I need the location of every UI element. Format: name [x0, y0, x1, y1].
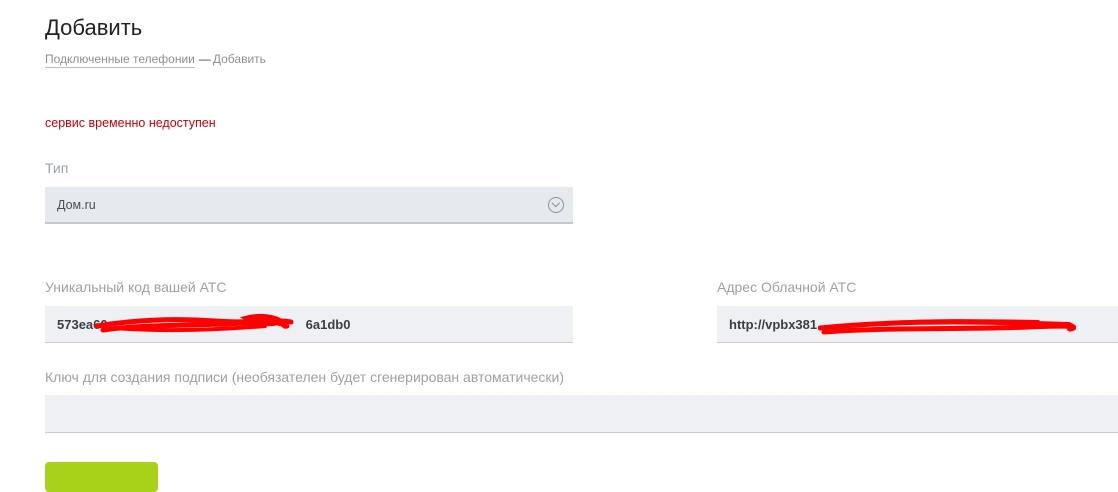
- chevron-down-circle-icon: [548, 196, 564, 213]
- cloud-address-label: Адрес Облачной АТС: [717, 279, 857, 295]
- breadcrumb-link-connected-telephony[interactable]: Подключенные телефонии: [45, 52, 195, 68]
- ats-code-label: Уникальный код вашей АТС: [45, 279, 227, 295]
- type-label: Тип: [45, 160, 69, 176]
- type-select-value: Дом.ru: [57, 197, 96, 212]
- cloud-address-input[interactable]: http://vpbx381: [717, 306, 1118, 343]
- submit-button[interactable]: [45, 462, 158, 492]
- cloud-address-value-start: http://vpbx381: [729, 316, 818, 332]
- error-message: сервис временно недоступен: [45, 116, 216, 130]
- breadcrumb-current: Добавить: [212, 52, 266, 66]
- signature-key-input[interactable]: [45, 395, 1118, 433]
- ats-code-input[interactable]: 573ea60 6a1db0: [45, 306, 573, 343]
- signature-key-label: Ключ для создания подписи (необязателен …: [45, 369, 565, 385]
- ats-code-value-start: 573ea60: [57, 316, 108, 332]
- type-select[interactable]: Дом.ru: [45, 187, 573, 224]
- ats-code-value-end: 6a1db0: [305, 316, 351, 332]
- page-title: Добавить: [45, 15, 143, 40]
- breadcrumb-separator: —: [198, 52, 211, 66]
- breadcrumb: Подключенные телефонии — Добавить: [45, 52, 266, 68]
